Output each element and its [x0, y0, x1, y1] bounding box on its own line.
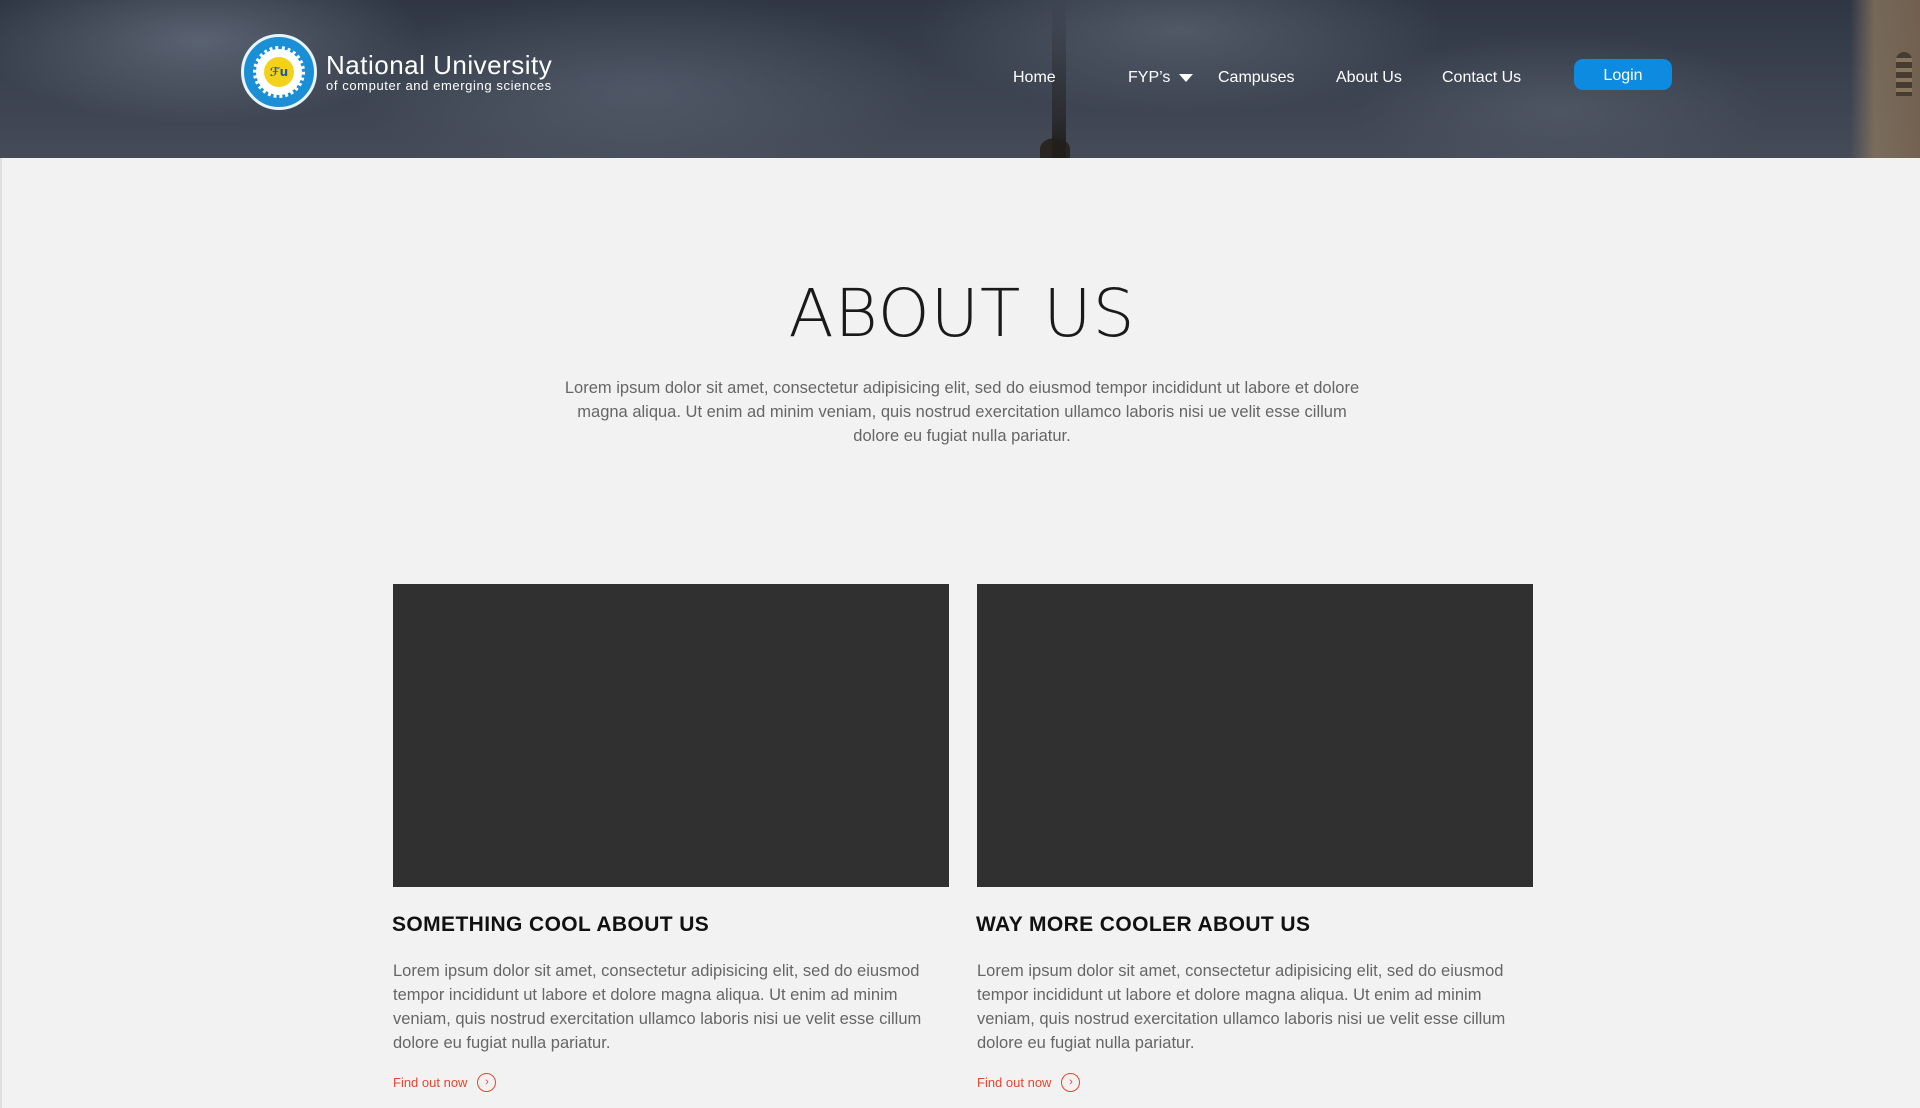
chevron-right-circle-icon: › — [477, 1073, 497, 1092]
nav-campuses[interactable]: Campuses — [1218, 66, 1294, 90]
nav-fyps-label: FYP’s — [1128, 69, 1171, 86]
about-section: ABOUT US Lorem ipsum dolor sit amet, con… — [0, 158, 1920, 1108]
find-out-now-label: Find out now — [393, 1075, 468, 1090]
nav-contact-us[interactable]: Contact Us — [1442, 66, 1521, 90]
nav-about-us[interactable]: About Us — [1336, 66, 1402, 90]
site-header: ℱu National University of computer and e… — [0, 0, 1920, 158]
nav-fyps-dropdown[interactable]: FYP’s — [1128, 66, 1194, 90]
find-out-now-link[interactable]: Find out now › — [393, 1073, 497, 1092]
card-image-placeholder — [977, 584, 1533, 887]
about-card: WAY MORE COOLER ABOUT US Lorem ipsum dol… — [976, 584, 1533, 1092]
page-title: ABOUT US — [788, 275, 1136, 352]
card-text: Lorem ipsum dolor sit amet, consectetur … — [393, 962, 922, 1052]
chevron-right-circle-icon: › — [1061, 1073, 1081, 1092]
find-out-now-label: Find out now — [977, 1075, 1052, 1090]
card-text: Lorem ipsum dolor sit amet, consectetur … — [977, 962, 1506, 1052]
hero-background-tower-top — [1040, 138, 1070, 158]
nav-home[interactable]: Home — [1013, 66, 1056, 90]
about-intro-text: Lorem ipsum dolor sit amet, consectetur … — [564, 379, 1360, 445]
find-out-now-link[interactable]: Find out now › — [977, 1073, 1081, 1092]
caret-down-icon — [1179, 74, 1194, 82]
card-title: WAY MORE COOLER ABOUT US — [976, 913, 1311, 936]
login-button[interactable]: Login — [1574, 59, 1672, 90]
card-image-placeholder — [393, 584, 949, 887]
about-card: SOMETHING COOL ABOUT US Lorem ipsum dolo… — [392, 584, 949, 1092]
card-title: SOMETHING COOL ABOUT US — [392, 913, 710, 936]
